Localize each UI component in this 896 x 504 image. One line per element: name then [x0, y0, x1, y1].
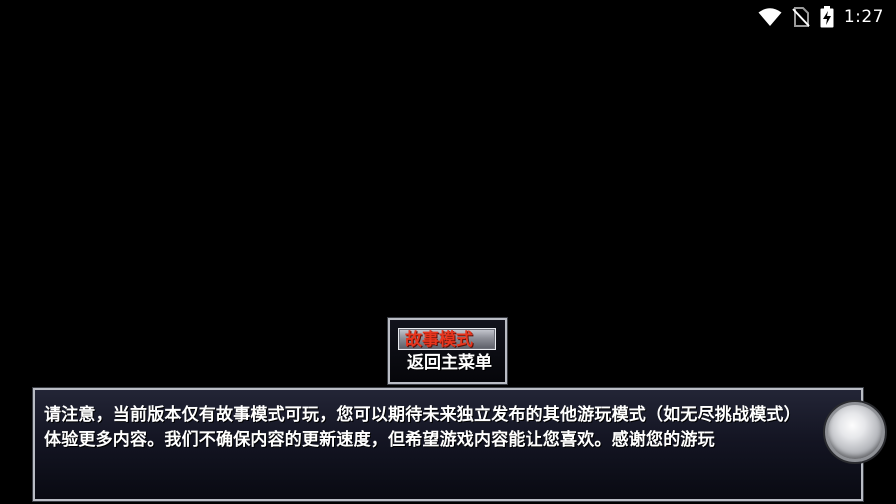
wifi-icon: [758, 7, 782, 27]
status-bar: 1:27: [758, 0, 896, 34]
choice-menu: 故事模式 返回主菜单: [387, 317, 508, 385]
message-line: 请注意，当前版本仅有故事模式可玩，您可以期待未来独立发布的其他游玩模式（如无尽挑…: [44, 405, 801, 425]
status-time: 1:27: [843, 7, 884, 27]
no-sim-icon: [792, 7, 810, 27]
battery-charging-icon: [820, 6, 834, 28]
menu-item-return-main-menu[interactable]: 返回主菜单: [402, 352, 502, 374]
menu-item-story-mode[interactable]: 故事模式: [398, 328, 496, 350]
virtual-action-button[interactable]: [825, 402, 885, 462]
message-line: 体验更多内容。我们不确保内容的更新速度，但希望游戏内容能让您喜欢。感谢您的游玩: [44, 430, 715, 450]
game-screen: 1:27 故事模式 返回主菜单 请注意，当前版本仅有故事模式可玩，您可以期待未来…: [0, 0, 896, 504]
message-window: 请注意，当前版本仅有故事模式可玩，您可以期待未来独立发布的其他游玩模式（如无尽挑…: [32, 387, 864, 502]
